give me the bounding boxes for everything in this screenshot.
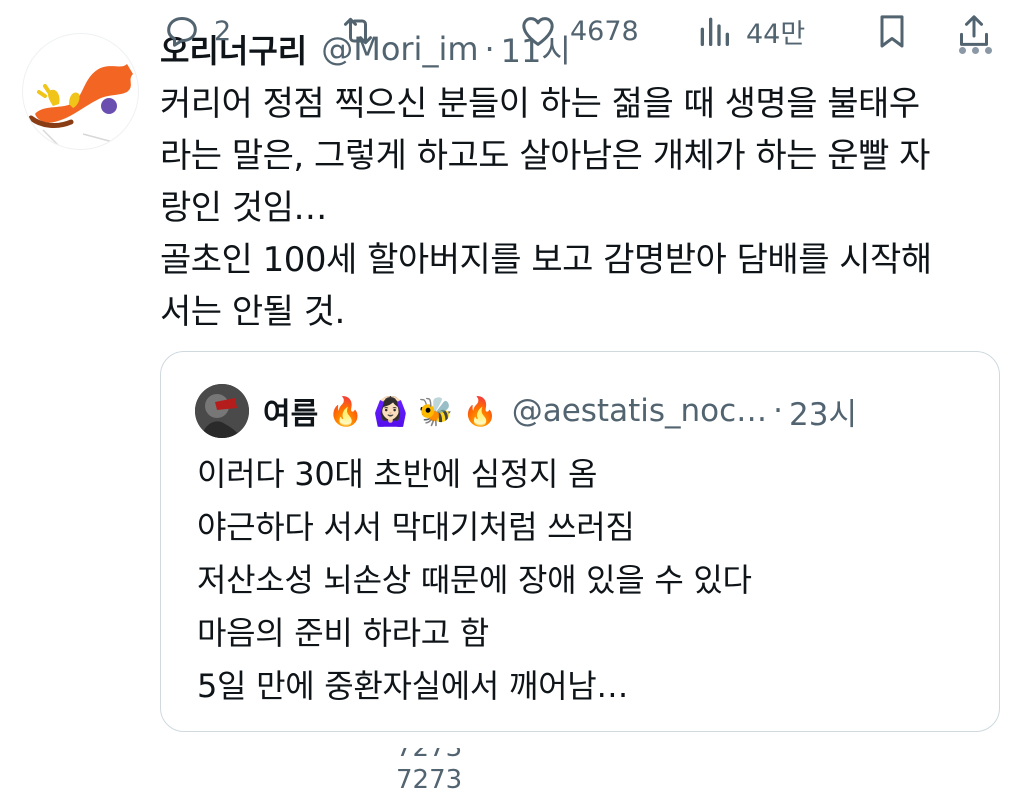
retweet-count: 7273 7273 bbox=[396, 748, 476, 810]
retweet-count-top: 7273 bbox=[396, 748, 463, 763]
bookmark-icon bbox=[880, 15, 904, 48]
like-count: 4678 bbox=[570, 15, 639, 47]
separator-dot: · bbox=[484, 30, 495, 68]
quoted-user-handle: @aestatis_noc… bbox=[511, 393, 768, 429]
tweet-text: 커리어 정점 찍으신 분들이 하는 젊을 때 생명을 불태우 라는 말은, 그렇… bbox=[160, 84, 932, 332]
retweet-icon bbox=[344, 17, 372, 45]
reply-icon bbox=[167, 17, 197, 47]
quoted-user-avatar bbox=[195, 384, 249, 438]
share-icon bbox=[960, 15, 988, 46]
bookmark-button[interactable] bbox=[872, 0, 912, 62]
fire-emoji-icon: 🔥 bbox=[462, 394, 498, 428]
bee-emoji-icon: 🐝 bbox=[417, 394, 453, 428]
share-button[interactable] bbox=[954, 0, 994, 62]
separator-dot: · bbox=[773, 393, 784, 429]
retweet-button[interactable] bbox=[338, 0, 378, 62]
fire-emoji-icon: 🔥 bbox=[328, 394, 364, 428]
reply-count: 2 bbox=[214, 15, 232, 47]
quoted-tweet-timestamp: 23시 bbox=[789, 396, 857, 433]
quoted-tweet[interactable]: 여름 🔥 🙆🏻‍♀️ 🐝 🔥 @aestatis_noc… · 23시 이러다 … bbox=[160, 351, 1000, 732]
views-button[interactable]: 44만 bbox=[694, 0, 805, 62]
quoted-tweet-text: 이러다 30대 초반에 심정지 옴 야근하다 서서 막대기처럼 쓰러짐 저산소성… bbox=[197, 455, 752, 705]
reply-button[interactable]: 2 bbox=[162, 0, 231, 62]
user-avatar[interactable] bbox=[22, 33, 139, 150]
tweet: 오리너구리 @Mori_im · 11시 커리어 정점 찍으신 분들이 하는 젊… bbox=[0, 0, 1024, 810]
quoted-display-name: 여름 bbox=[263, 397, 319, 432]
like-button[interactable]: 4678 bbox=[518, 0, 639, 62]
view-count: 44만 bbox=[746, 18, 806, 50]
bar-chart-icon bbox=[700, 17, 729, 46]
ok-gesture-emoji-icon: 🙆🏻‍♀️ bbox=[373, 394, 408, 428]
quoted-tweet-header: 여름 🔥 🙆🏻‍♀️ 🐝 🔥 @aestatis_noc… · 23시 bbox=[195, 382, 857, 440]
retweet-count-bottom: 7273 bbox=[396, 765, 463, 795]
heart-icon bbox=[522, 17, 554, 46]
